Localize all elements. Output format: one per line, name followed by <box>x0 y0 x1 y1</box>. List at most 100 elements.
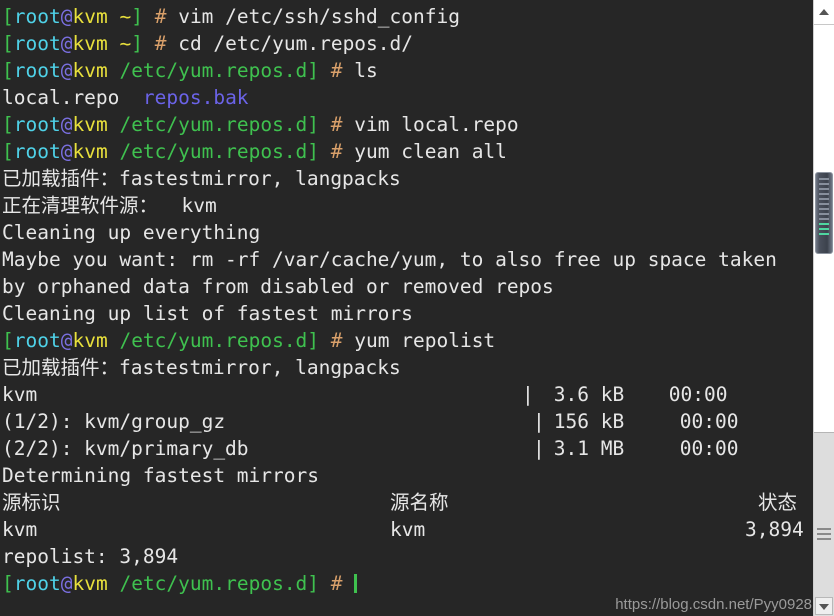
prompt-user: root <box>13 59 61 82</box>
thumb-ridges <box>819 178 829 238</box>
terminal-line: Maybe you want: rm -rf /var/cache/yum, t… <box>2 248 777 271</box>
prompt-host: kvm <box>72 32 108 55</box>
ridge-line <box>819 198 829 200</box>
download-bar: | <box>522 383 534 406</box>
prompt-close-bracket: ] <box>307 329 320 352</box>
prompt-at: @ <box>60 572 73 595</box>
prompt-path: ~ <box>119 5 132 28</box>
download-name: (1/2): kvm/group_gz <box>2 410 226 433</box>
grip-line <box>817 528 831 530</box>
repolist-table-row: kvm kvm 3,894 <box>2 516 813 543</box>
prompt-path: ~ <box>119 32 132 55</box>
header-repo-id: 源标识 <box>2 491 61 514</box>
prompt-gap <box>319 140 331 163</box>
prompt-user: root <box>13 572 61 595</box>
scroll-down-button[interactable] <box>815 597 833 615</box>
cell-repo-name: kvm <box>390 518 426 541</box>
prompt-path: /etc/yum.repos.d <box>119 572 308 595</box>
ridge-line-highlight <box>819 228 829 230</box>
prompt-gap <box>319 329 331 352</box>
scrollbar-thumb[interactable] <box>815 172 833 254</box>
ridge-line <box>819 188 829 190</box>
text-cursor <box>354 574 358 593</box>
prompt-user: root <box>13 5 61 28</box>
prompt-host: kvm <box>72 572 108 595</box>
prompt-user: root <box>13 329 61 352</box>
download-size: 156 kB <box>553 410 625 433</box>
prompt-path: /etc/yum.repos.d <box>119 140 308 163</box>
chevron-down-icon <box>819 604 829 610</box>
prompt-hash: # <box>154 5 167 28</box>
terminal-line: 正在清理软件源： kvm <box>2 194 217 217</box>
prompt-gap <box>143 5 155 28</box>
prompt-host: kvm <box>72 329 108 352</box>
terminal-line: [root@kvm ~] # vim /etc/ssh/sshd_config <box>2 3 813 30</box>
scrollbar-track-lower[interactable] <box>814 432 834 616</box>
ls-gap <box>119 86 142 109</box>
download-row: (2/2): kvm/primary_db | 3.1 MB 00:00 <box>2 435 813 462</box>
cmd-gap <box>343 329 355 352</box>
prompt-open-bracket: [ <box>2 113 14 136</box>
chevron-up-icon <box>819 9 829 15</box>
watermark-url: https://blog.csdn.net/Pyy0928 <box>615 596 812 613</box>
vertical-scrollbar[interactable] <box>813 0 834 616</box>
grip-line <box>817 538 831 540</box>
prompt-host: kvm <box>72 59 108 82</box>
header-repo-name: 源名称 <box>390 491 449 514</box>
prompt-close-bracket: ] <box>307 113 320 136</box>
cmd-gap <box>343 572 355 595</box>
prompt-close-bracket: ] <box>131 5 143 28</box>
prompt-path: /etc/yum.repos.d <box>119 59 308 82</box>
prompt-user: root <box>13 140 61 163</box>
prompt-close-bracket: ] <box>307 572 320 595</box>
prompt-close-bracket: ] <box>307 140 320 163</box>
ls-file: local.repo <box>2 86 120 109</box>
prompt-user: root <box>13 32 61 55</box>
prompt-open-bracket: [ <box>2 59 14 82</box>
prompt-hash: # <box>330 572 343 595</box>
prompt-hash: # <box>154 32 167 55</box>
prompt-close-bracket: ] <box>307 59 320 82</box>
command-text: vim local.repo <box>354 113 519 136</box>
repolist-table-header: 源标识 源名称 状态 <box>2 489 813 516</box>
terminal-line: 已加载插件：fastestmirror, langpacks <box>2 167 401 190</box>
command-text: yum clean all <box>354 140 507 163</box>
prompt-gap <box>319 113 331 136</box>
prompt-at: @ <box>60 140 73 163</box>
terminal-line-active[interactable]: [root@kvm /etc/yum.repos.d] # <box>2 570 813 597</box>
prompt-open-bracket: [ <box>2 32 14 55</box>
ridge-line <box>819 178 829 180</box>
scroll-up-button[interactable] <box>814 0 834 25</box>
terminal-line: [root@kvm /etc/yum.repos.d] # ls <box>2 57 813 84</box>
ridge-line-highlight <box>819 233 829 235</box>
download-row: kvm | 3.6 kB 00:00 <box>2 381 813 408</box>
terminal-output[interactable]: [root@kvm ~] # vim /etc/ssh/sshd_config … <box>0 0 813 616</box>
terminal-line: Cleaning up everything <box>2 221 261 244</box>
terminal-line: local.repo repos.bak <box>2 84 813 111</box>
prompt-path: /etc/yum.repos.d <box>119 113 308 136</box>
download-bar: | <box>533 410 545 433</box>
prompt-close-bracket: ] <box>131 32 143 55</box>
download-size: 3.1 MB <box>553 437 625 460</box>
repolist-summary: repolist: 3,894 <box>2 545 179 568</box>
ridge-line-highlight <box>819 223 829 225</box>
prompt-gap <box>143 32 155 55</box>
prompt-at: @ <box>60 5 73 28</box>
terminal-line: [root@kvm /etc/yum.repos.d] # vim local.… <box>2 111 813 138</box>
prompt-hash: # <box>330 140 343 163</box>
prompt-path: /etc/yum.repos.d <box>119 329 308 352</box>
terminal-line: Determining fastest mirrors <box>2 464 319 487</box>
prompt-at: @ <box>60 59 73 82</box>
prompt-open-bracket: [ <box>2 140 14 163</box>
cell-status: 3,894 <box>745 518 804 541</box>
download-name: (2/2): kvm/primary_db <box>2 437 249 460</box>
grip-line <box>817 533 831 535</box>
download-time: 00:00 <box>679 410 739 433</box>
ridge-line <box>819 213 829 215</box>
download-row: (1/2): kvm/group_gz | 156 kB 00:00 <box>2 408 813 435</box>
ridge-line <box>819 183 829 185</box>
